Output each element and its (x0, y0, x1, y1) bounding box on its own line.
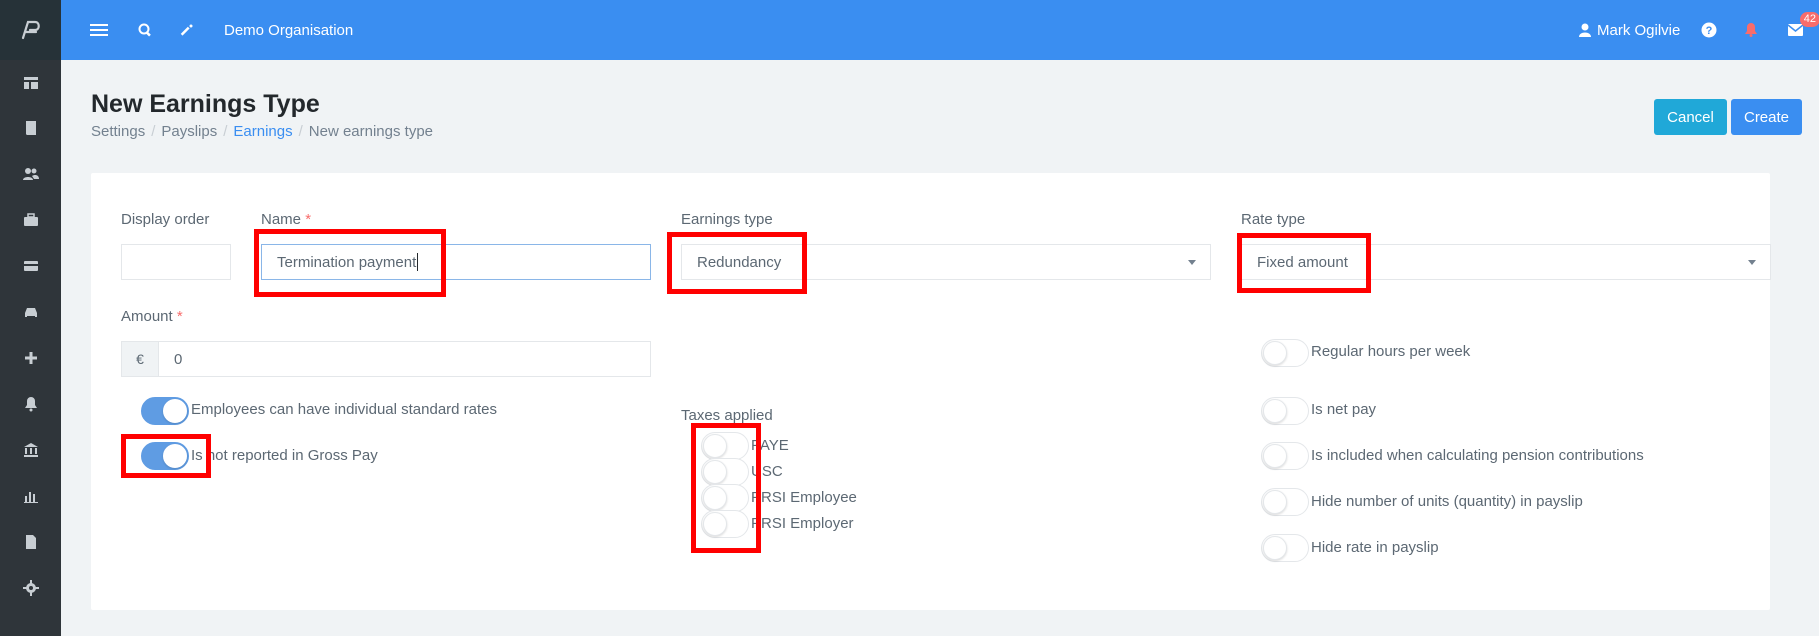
required-marker: * (305, 211, 312, 228)
breadcrumb-separator: / (298, 123, 303, 140)
net-pay-label: Is net pay (1311, 401, 1377, 418)
dashboard-icon[interactable] (0, 68, 61, 98)
breadcrumb-current: New earnings type (308, 123, 434, 140)
bank-icon[interactable] (0, 435, 61, 465)
taxes-applied-label: Taxes applied (681, 407, 773, 424)
hide-units-toggle[interactable] (1261, 488, 1309, 516)
organisation-name[interactable]: Demo Organisation (224, 0, 353, 60)
app-logo[interactable] (0, 0, 61, 60)
name-label: Name * (261, 211, 311, 228)
people-icon[interactable] (0, 159, 61, 189)
not-in-gross-pay-label: Is not reported in Gross Pay (191, 447, 378, 464)
plus-icon[interactable] (0, 343, 61, 373)
chevron-down-icon (1188, 260, 1196, 265)
pension-contributions-toggle[interactable] (1261, 442, 1309, 470)
hide-rate-toggle[interactable] (1261, 534, 1309, 562)
required-marker: * (176, 308, 183, 325)
earnings-type-label: Earnings type (681, 211, 773, 228)
breadcrumb-separator: / (151, 123, 156, 140)
messages[interactable]: 42 (1788, 0, 1819, 60)
alert-bell-icon[interactable] (1745, 0, 1757, 60)
gear-icon[interactable] (0, 573, 61, 603)
user-name: Mark Ogilvie (1597, 21, 1681, 39)
cancel-button[interactable]: Cancel (1654, 99, 1727, 135)
help-icon[interactable]: ? (1701, 0, 1717, 60)
individual-rates-toggle[interactable] (141, 397, 189, 425)
highlight-box-name (254, 229, 446, 297)
magic-wand-icon[interactable] (179, 0, 194, 60)
hamburger-icon[interactable] (90, 0, 108, 60)
display-order-label: Display order (121, 211, 210, 228)
highlight-box-gross-pay-toggle (121, 434, 211, 478)
book-icon[interactable] (0, 113, 61, 143)
rate-type-label: Rate type (1241, 211, 1306, 228)
breadcrumb-separator: / (223, 123, 228, 140)
breadcrumb-payslips[interactable]: Payslips (161, 123, 217, 140)
sidebar (0, 0, 61, 636)
file-icon[interactable] (0, 527, 61, 557)
envelope-icon (1788, 24, 1803, 36)
display-order-input[interactable] (121, 244, 231, 280)
name-label-text: Name (261, 211, 302, 228)
breadcrumb: Settings / Payslips / Earnings / New ear… (91, 123, 433, 140)
create-button[interactable]: Create (1731, 99, 1802, 135)
amount-input[interactable]: 0 (158, 341, 651, 377)
regular-hours-toggle[interactable] (1261, 339, 1309, 367)
page-title: New Earnings Type (91, 90, 320, 118)
topbar: Demo Organisation Mark Ogilvie ? 42 (61, 0, 1819, 60)
amount-label: Amount * (121, 308, 183, 325)
highlight-box-earnings-type (667, 232, 807, 294)
chart-icon[interactable] (0, 481, 61, 511)
individual-rates-label: Employees can have individual standard r… (191, 401, 498, 418)
user-menu[interactable]: Mark Ogilvie (1579, 0, 1680, 60)
currency-addon: € (121, 341, 159, 377)
pension-contributions-label: Is included when calculating pension con… (1311, 447, 1644, 464)
highlight-box-taxes-toggles (691, 423, 761, 553)
hide-rate-label: Hide rate in payslip (1311, 539, 1439, 556)
highlight-box-rate-type (1237, 233, 1371, 293)
search-icon[interactable] (138, 0, 152, 60)
prsi-employer-label: PRSI Employer (751, 515, 854, 532)
briefcase-icon[interactable] (0, 205, 61, 235)
hide-units-label: Hide number of units (quantity) in paysl… (1311, 493, 1583, 510)
prsi-employee-label: PRSI Employee (751, 489, 857, 506)
breadcrumb-earnings[interactable]: Earnings (233, 123, 292, 140)
breadcrumb-settings[interactable]: Settings (91, 123, 145, 140)
bell-icon[interactable] (0, 389, 61, 419)
card-icon[interactable] (0, 251, 61, 281)
net-pay-toggle[interactable] (1261, 397, 1309, 425)
notification-badge: 42 (1799, 12, 1819, 27)
regular-hours-label: Regular hours per week (1311, 343, 1471, 360)
svg-text:?: ? (1706, 25, 1713, 37)
car-icon[interactable] (0, 297, 61, 327)
chevron-down-icon (1748, 260, 1756, 265)
user-icon (1579, 23, 1591, 37)
amount-label-text: Amount (121, 308, 173, 325)
